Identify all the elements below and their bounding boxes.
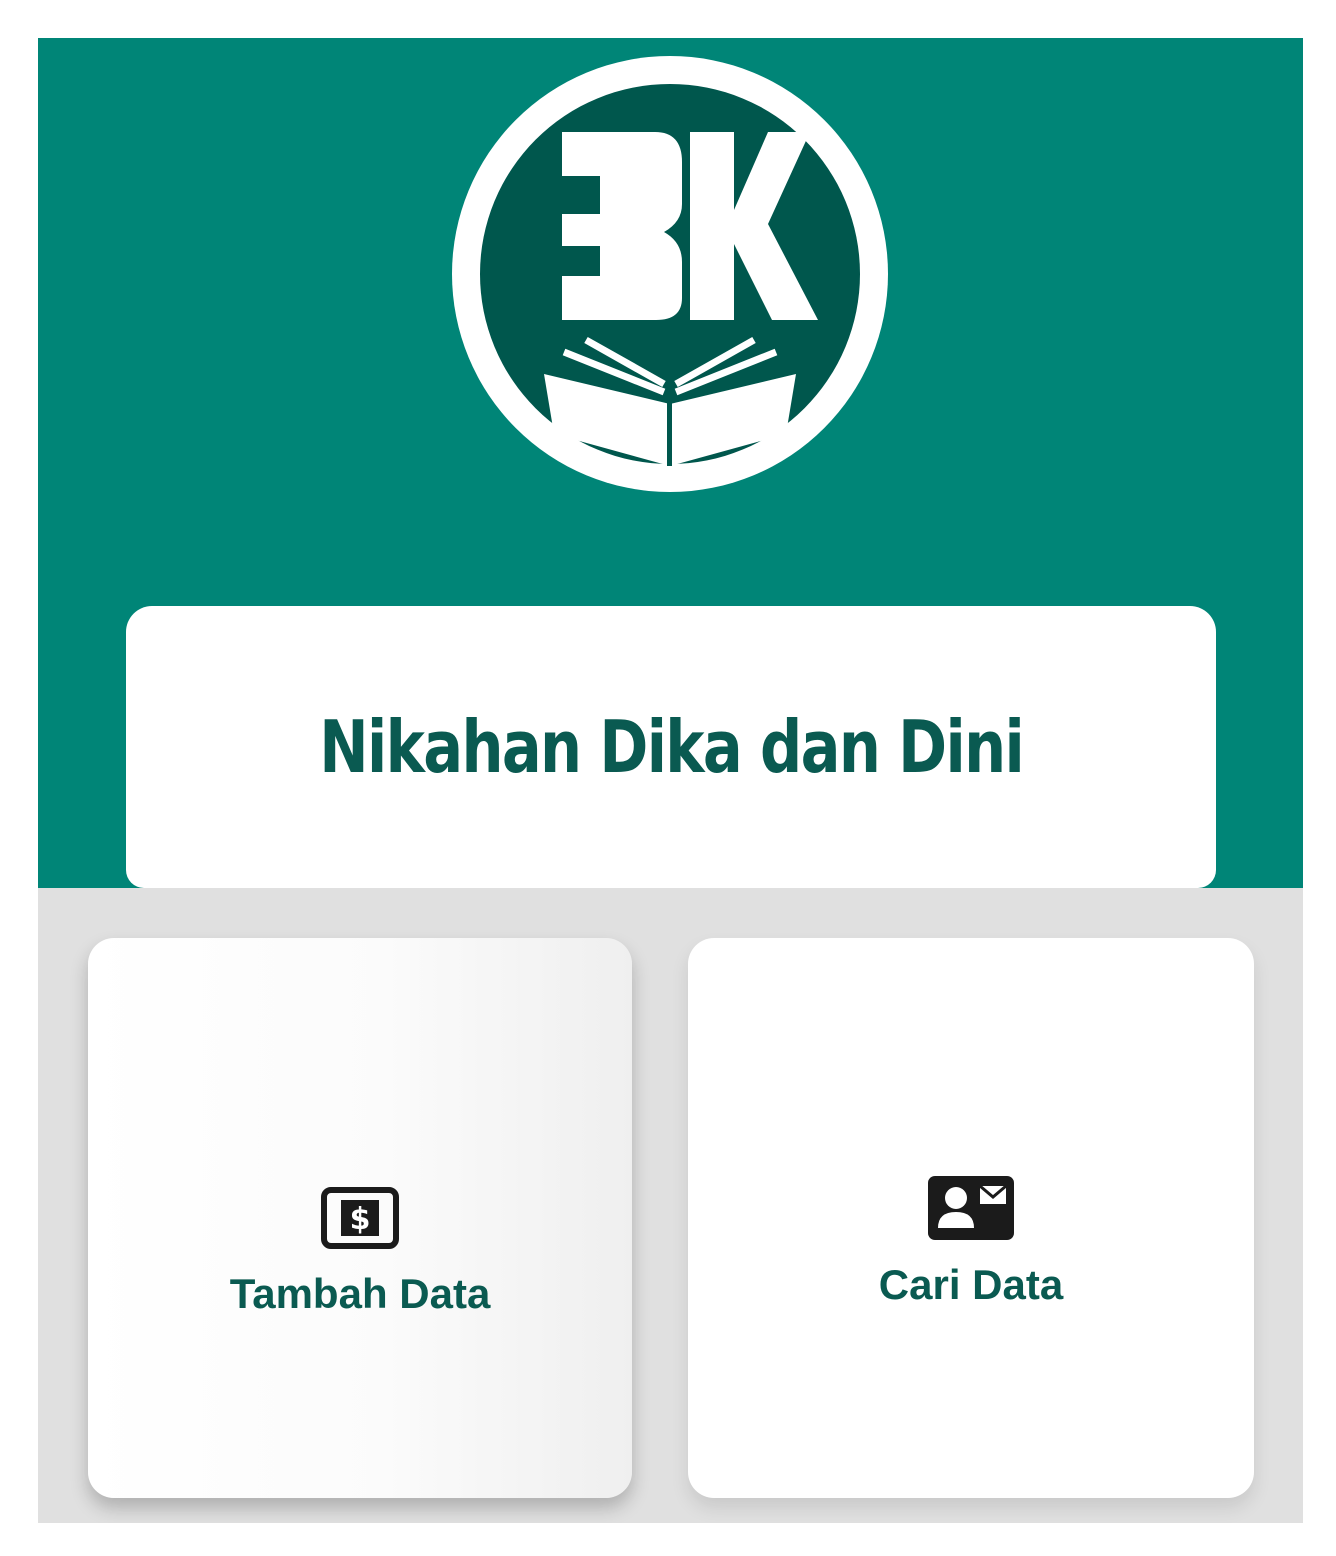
add-data-card[interactable]: $ Tambah Data [88, 938, 632, 1498]
search-data-card-content: Cari Data [878, 1175, 1064, 1309]
add-data-label: Tambah Data [229, 1269, 491, 1317]
bk-logo [450, 54, 890, 494]
search-data-label: Cari Data [878, 1260, 1064, 1308]
contact-card-icon [928, 1175, 1014, 1245]
add-data-card-content: $ Tambah Data [229, 1186, 491, 1318]
page-title: Nikahan Dika dan Dini [319, 705, 1025, 789]
svg-text:$: $ [350, 1202, 371, 1237]
app-screen: Nikahan Dika dan Dini $ Tambah Data Cari… [38, 38, 1303, 1523]
bk-logo-graphic [452, 56, 888, 492]
search-data-card[interactable]: Cari Data [688, 938, 1254, 1498]
header-banner: Nikahan Dika dan Dini [38, 38, 1303, 888]
title-card: Nikahan Dika dan Dini [126, 606, 1216, 888]
money-card-icon: $ [321, 1186, 399, 1254]
